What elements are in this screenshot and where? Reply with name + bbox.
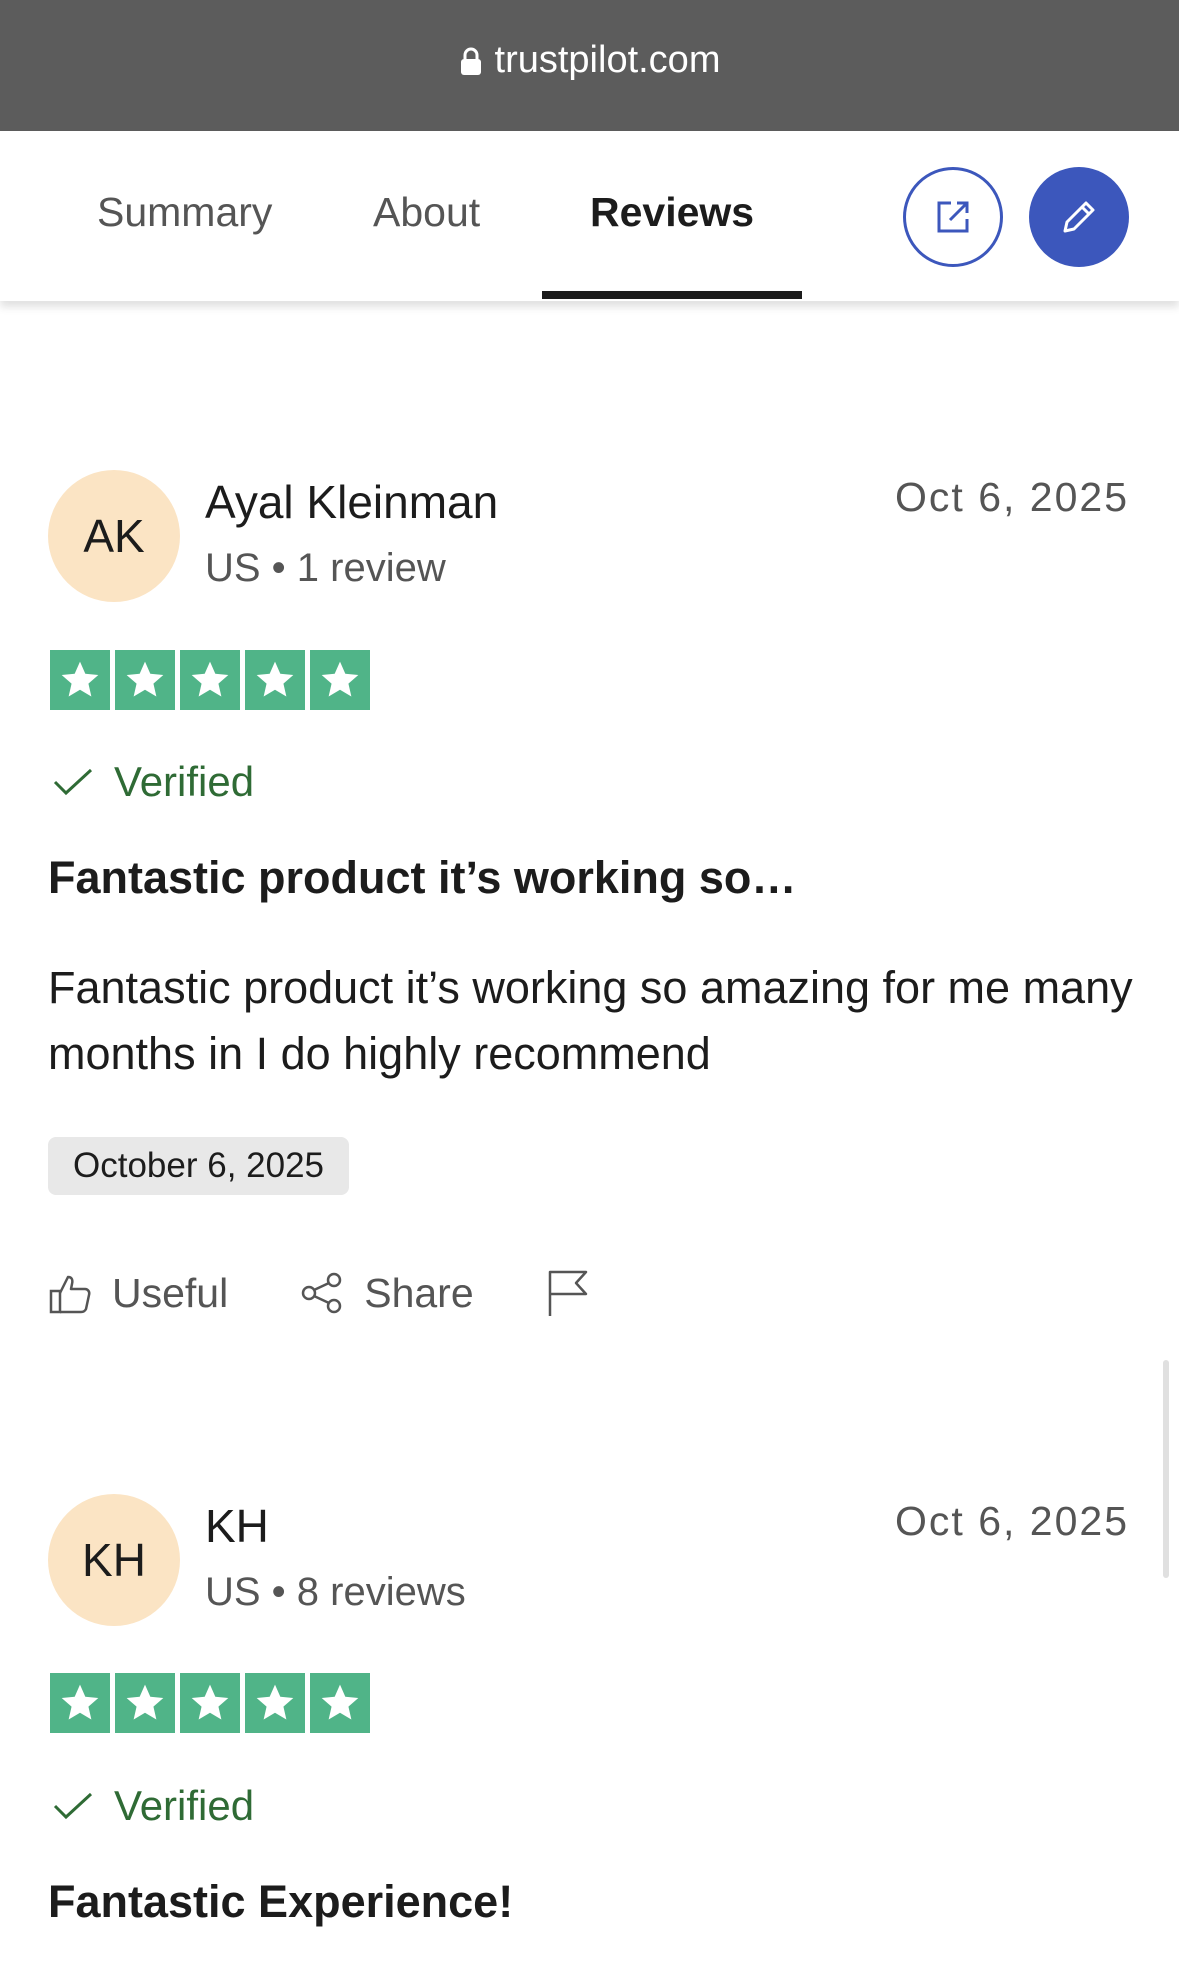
review-body: Fantastic product it’s working so amazin… — [48, 962, 1133, 1079]
avatar[interactable]: AK — [48, 470, 180, 602]
star-icon — [180, 650, 240, 710]
checkmark-icon — [53, 768, 93, 796]
experience-date-chip: October 6, 2025 — [48, 1137, 349, 1195]
reviewer-meta: US • 8 reviews — [205, 1570, 466, 1614]
thumbs-up-icon — [49, 1275, 91, 1314]
verified-label: Verified — [114, 758, 255, 805]
star-icon — [245, 1673, 305, 1733]
share-label: Share — [364, 1269, 474, 1316]
url-display[interactable]: trustpilot.com — [459, 39, 721, 82]
star-icon — [115, 1673, 175, 1733]
review-actions: Useful Share — [48, 1268, 590, 1318]
lock-icon — [460, 47, 481, 75]
visit-website-button[interactable] — [903, 167, 1003, 267]
tab-about[interactable]: About — [373, 189, 480, 236]
star-rating — [50, 650, 370, 710]
verified-badge[interactable]: Verified — [52, 1782, 254, 1830]
star-icon — [115, 650, 175, 710]
browser-url-bar[interactable]: trustpilot.com — [0, 0, 1179, 131]
tab-summary[interactable]: Summary — [97, 189, 272, 236]
review-title[interactable]: Fantastic Experience! — [48, 1876, 513, 1928]
share-button[interactable]: Share — [300, 1269, 474, 1317]
company-nav-bar: Summary About Reviews — [0, 131, 1179, 301]
reviewer-name[interactable]: Ayal Kleinman — [205, 475, 498, 529]
star-rating — [50, 1673, 370, 1733]
active-tab-indicator — [542, 291, 802, 299]
share-icon — [301, 1272, 342, 1314]
scrollbar[interactable] — [1163, 1360, 1169, 1578]
url-text: trustpilot.com — [494, 39, 721, 81]
star-icon — [245, 650, 305, 710]
flag-icon — [548, 1270, 587, 1316]
reviewer-meta: US • 1 review — [205, 546, 446, 590]
tab-reviews[interactable]: Reviews — [590, 189, 754, 236]
verified-badge[interactable]: Verified — [52, 758, 254, 806]
external-link-icon — [937, 201, 969, 233]
review-title[interactable]: Fantastic product it’s working so… — [48, 852, 796, 904]
review-date: Oct 6, 2025 — [895, 1498, 1129, 1544]
write-review-button[interactable] — [1029, 167, 1129, 267]
star-icon — [180, 1673, 240, 1733]
verified-label: Verified — [114, 1782, 255, 1829]
avatar[interactable]: KH — [48, 1494, 180, 1626]
star-icon — [310, 1673, 370, 1733]
review-date: Oct 6, 2025 — [895, 474, 1129, 520]
checkmark-icon — [53, 1792, 93, 1820]
star-icon — [310, 650, 370, 710]
report-button[interactable] — [546, 1268, 590, 1318]
useful-label: Useful — [112, 1269, 229, 1316]
pencil-icon — [1063, 201, 1095, 233]
reviewer-name[interactable]: KH — [205, 1499, 269, 1553]
useful-button[interactable]: Useful — [48, 1270, 228, 1317]
star-icon — [50, 650, 110, 710]
star-icon — [50, 1673, 110, 1733]
